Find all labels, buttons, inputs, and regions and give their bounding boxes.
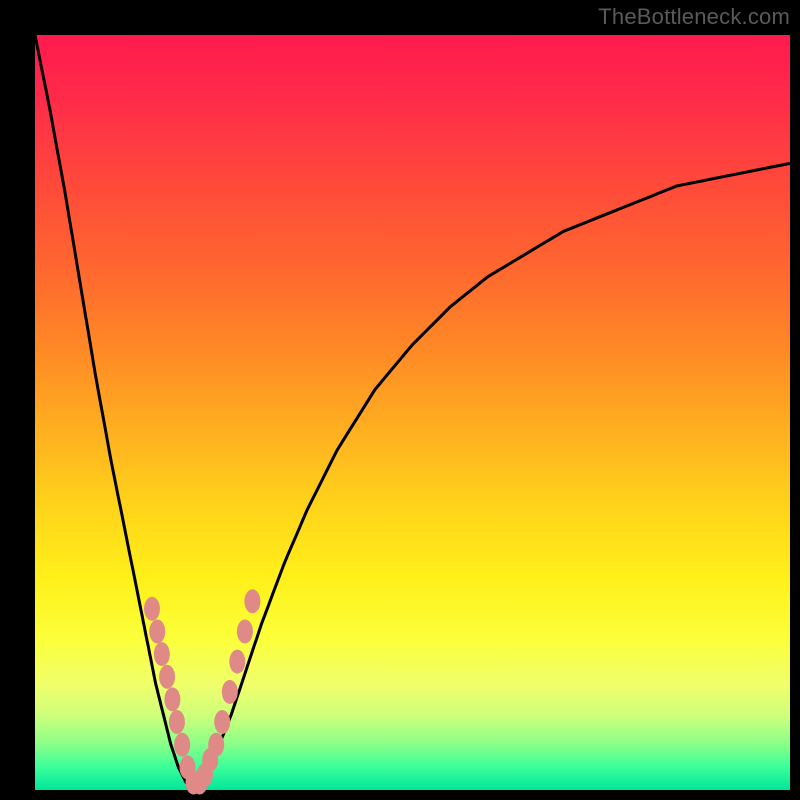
marker-dot — [144, 597, 160, 621]
plot-area — [35, 35, 790, 790]
marker-dot — [214, 710, 230, 734]
marker-dot — [229, 650, 245, 674]
curve-right-branch — [194, 163, 791, 790]
marker-dot — [169, 710, 185, 734]
marker-dot — [149, 620, 165, 644]
curve-group — [35, 35, 790, 790]
marker-dot — [159, 665, 175, 689]
marker-dot — [174, 733, 190, 757]
marker-dot — [237, 620, 253, 644]
marker-group — [144, 589, 260, 794]
marker-dot — [208, 733, 224, 757]
marker-dot — [154, 642, 170, 666]
watermark-text: TheBottleneck.com — [598, 4, 790, 30]
chart-frame: TheBottleneck.com — [0, 0, 800, 800]
marker-dot — [164, 687, 180, 711]
marker-dot — [222, 680, 238, 704]
marker-dot — [244, 589, 260, 613]
chart-svg — [35, 35, 790, 790]
